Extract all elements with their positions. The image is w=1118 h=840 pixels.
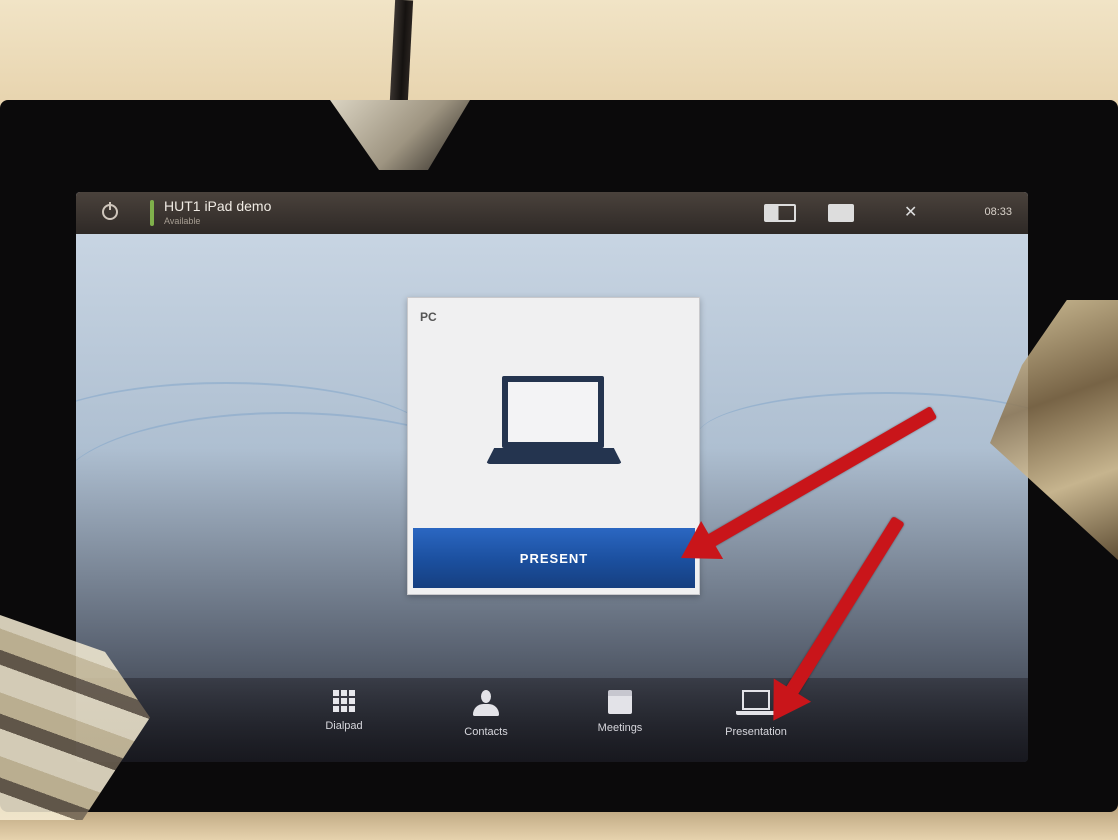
touch-screen: HUT1 iPad demo Available ✕ 08:33 PC PRES… xyxy=(76,192,1028,762)
meetings-icon xyxy=(608,690,632,714)
presence-indicator xyxy=(150,200,154,226)
background-wave xyxy=(696,392,1028,484)
laptop-screen-shape xyxy=(502,376,604,448)
contacts-icon xyxy=(471,690,501,718)
bottom-nav-bar: Dialpad Contacts Meetings Presentation xyxy=(76,678,1028,762)
system-name: HUT1 iPad demo xyxy=(164,198,272,214)
present-button[interactable]: PRESENT xyxy=(413,528,695,588)
camera-icon[interactable] xyxy=(828,204,854,222)
nav-item-label: Meetings xyxy=(597,722,643,734)
nav-item-label: Contacts xyxy=(464,726,508,738)
source-title: PC xyxy=(420,310,437,324)
laptop-base-shape xyxy=(486,448,622,464)
nav-item-dialpad[interactable]: Dialpad xyxy=(294,690,394,732)
nav-item-contacts[interactable]: Contacts xyxy=(436,690,536,738)
contacts-icon-head xyxy=(481,690,491,703)
source-panel: PC PRESENT xyxy=(407,297,700,595)
status-bar: HUT1 iPad demo Available ✕ 08:33 xyxy=(76,192,1028,234)
power-icon[interactable] xyxy=(102,202,118,220)
nav-item-label: Dialpad xyxy=(325,720,363,732)
dialpad-icon xyxy=(333,690,355,712)
settings-icon[interactable]: ✕ xyxy=(904,204,922,222)
system-status: Available xyxy=(164,216,201,226)
nav-item-meetings[interactable]: Meetings xyxy=(570,690,670,734)
layout-icon[interactable] xyxy=(764,204,796,222)
desk-background xyxy=(0,0,1118,110)
clock: 08:33 xyxy=(984,206,1012,218)
contacts-icon-body xyxy=(473,704,499,716)
